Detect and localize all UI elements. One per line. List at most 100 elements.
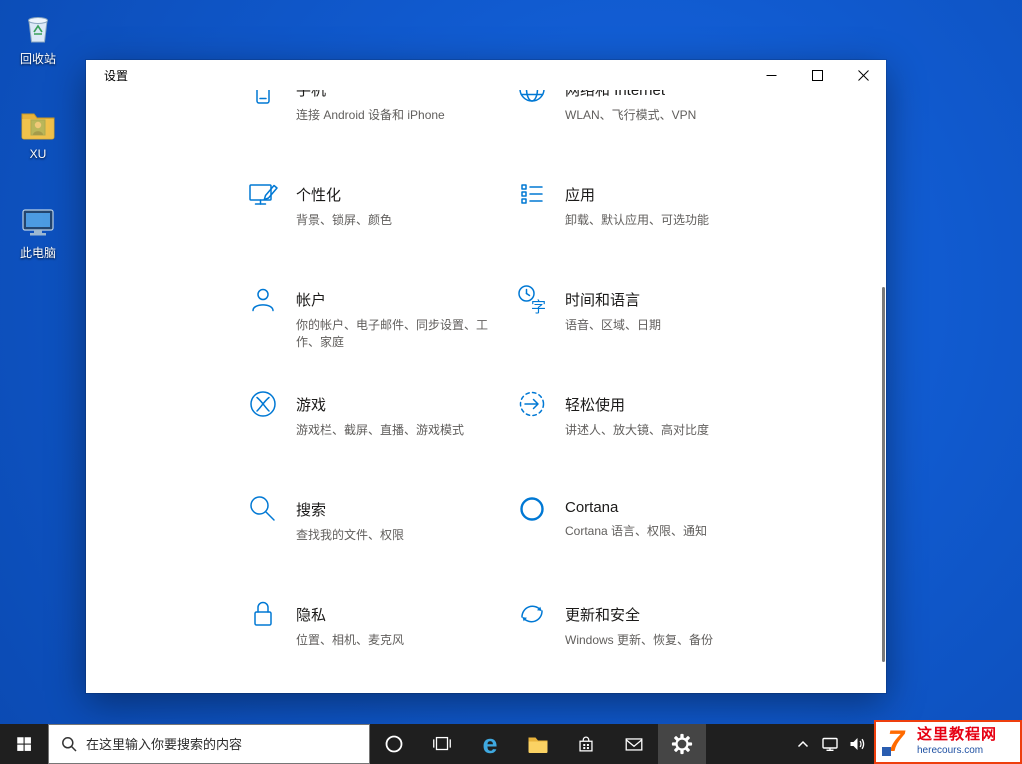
settings-category-gaming[interactable]: 游戏 游戏栏、截屏、直播、游戏模式 [246,386,515,491]
settings-category-cortana[interactable]: Cortana Cortana 语言、权限、通知 [515,491,784,596]
privacy-lock-icon [246,598,282,632]
settings-category-network[interactable]: 网络和 Internet WLAN、飞行模式、VPN [515,90,784,176]
gaming-xbox-icon [246,388,282,422]
category-subtitle: 卸载、默认应用、可选功能 [565,213,710,227]
category-title: 个性化 [296,187,342,204]
desktop-icon-xu[interactable]: XU [8,105,68,161]
minimize-icon [766,74,776,76]
windows-logo-icon [17,737,31,751]
tray-chevron-button[interactable] [789,724,816,764]
tray-network-button[interactable] [816,724,843,764]
settings-grid: 手机 连接 Android 设备和 iPhone 网络和 Internet WL… [246,90,886,693]
desktop: 回收站 XU 此电脑 设置 手机 连接 Android 设备和 iPhone 网… [0,0,1022,764]
personalization-icon [246,178,282,212]
recycle-bin-icon [28,17,48,43]
category-subtitle: 你的帐户、电子邮件、同步设置、工作、家庭 [296,318,489,349]
category-title: 帐户 [296,292,327,309]
taskbar-search [48,724,370,764]
category-title: 时间和语言 [565,292,641,309]
settings-category-time-language[interactable]: 字 时间和语言 语音、区域、日期 [515,281,784,386]
desktop-icon-label: XU [29,147,47,161]
desktop-icon-label: 回收站 [19,52,56,66]
task-view-button[interactable] [418,724,466,764]
category-subtitle: Cortana 语言、权限、通知 [565,524,708,538]
desktop-icon-recycle-bin[interactable]: 回收站 [8,8,68,67]
cortana-icon [515,493,551,527]
mail-button[interactable] [610,724,658,764]
window-titlebar[interactable]: 设置 [86,60,886,90]
window-title: 设置 [104,68,129,83]
category-title: 隐私 [296,607,327,624]
store-button[interactable] [562,724,610,764]
edge-icon: e [482,728,498,759]
category-title: 轻松使用 [565,397,626,414]
cortana-icon [385,735,403,753]
time-language-icon: 字 [515,283,551,317]
scrollbar-thumb[interactable] [882,287,885,662]
window-controls [748,60,886,90]
category-subtitle: 位置、相机、麦克风 [296,633,405,647]
taskbar: e [0,724,1022,764]
category-title: 手机 [296,90,327,99]
category-subtitle: 连接 Android 设备和 iPhone [296,108,445,122]
category-subtitle: 讲述人、放大镜、高对比度 [565,423,710,437]
settings-window: 设置 手机 连接 Android 设备和 iPhone 网络和 Internet… [86,60,886,693]
apps-icon [515,178,551,212]
settings-category-apps[interactable]: 应用 卸载、默认应用、可选功能 [515,176,784,281]
mail-icon [625,738,643,751]
globe-icon [515,90,551,107]
maximize-button[interactable] [794,60,840,90]
watermark-url: herecours.com [917,745,984,757]
category-subtitle: 背景、锁屏、颜色 [296,213,393,227]
category-title: 搜索 [296,502,327,519]
watermark-logo: 7 [880,725,912,759]
svg-text:字: 字 [531,299,546,316]
settings-category-update-security[interactable]: 更新和安全 Windows 更新、恢复、备份 [515,596,784,693]
category-subtitle: WLAN、飞行模式、VPN [565,108,697,122]
settings-category-ease-of-access[interactable]: 轻松使用 讲述人、放大镜、高对比度 [515,386,784,491]
desktop-icon-label: 此电脑 [19,246,56,260]
category-title: 网络和 Internet [565,90,666,99]
settings-content: 手机 连接 Android 设备和 iPhone 网络和 Internet WL… [86,90,886,693]
store-icon [579,736,593,752]
ease-of-access-icon [515,388,551,422]
category-title: 游戏 [296,397,327,414]
settings-category-accounts[interactable]: 帐户 你的帐户、电子邮件、同步设置、工作、家庭 [246,281,515,386]
phone-icon [246,90,282,107]
category-title: Cortana [565,499,619,516]
tray-volume-button[interactable] [843,724,870,764]
chevron-up-icon [797,740,808,748]
desktop-icon-this-pc[interactable]: 此电脑 [8,202,68,261]
category-title: 应用 [565,187,596,204]
task-view-icon [433,736,451,751]
folder-icon [528,737,548,753]
accounts-icon [246,283,282,317]
category-subtitle: 语音、区域、日期 [565,318,662,332]
settings-category-search[interactable]: 搜索 查找我的文件、权限 [246,491,515,596]
network-icon [821,737,838,752]
settings-button[interactable] [658,724,706,764]
watermark-text: 这里教程网 herecours.com [917,726,997,757]
settings-category-personalization[interactable]: 个性化 背景、锁屏、颜色 [246,176,515,281]
file-explorer-button[interactable] [514,724,562,764]
search-input[interactable] [86,725,369,763]
minimize-button[interactable] [748,60,794,90]
settings-category-phone[interactable]: 手机 连接 Android 设备和 iPhone [246,90,515,176]
category-subtitle: 游戏栏、截屏、直播、游戏模式 [296,423,465,437]
category-subtitle: 查找我的文件、权限 [296,528,405,542]
edge-button[interactable]: e [466,724,514,764]
watermark-title: 这里教程网 [917,726,998,744]
gear-icon [671,733,693,755]
cortana-button[interactable] [370,724,418,764]
maximize-icon [811,69,823,81]
start-button[interactable] [0,724,48,764]
search-icon [246,493,282,527]
close-icon [857,69,869,81]
user-folder-icon [21,113,55,140]
this-pc-icon [22,209,54,236]
settings-category-privacy[interactable]: 隐私 位置、相机、麦克风 [246,596,515,693]
update-security-icon [515,598,551,632]
category-title: 更新和安全 [565,607,641,624]
close-button[interactable] [840,60,886,90]
watermark: 7 这里教程网 herecours.com [874,720,1022,764]
